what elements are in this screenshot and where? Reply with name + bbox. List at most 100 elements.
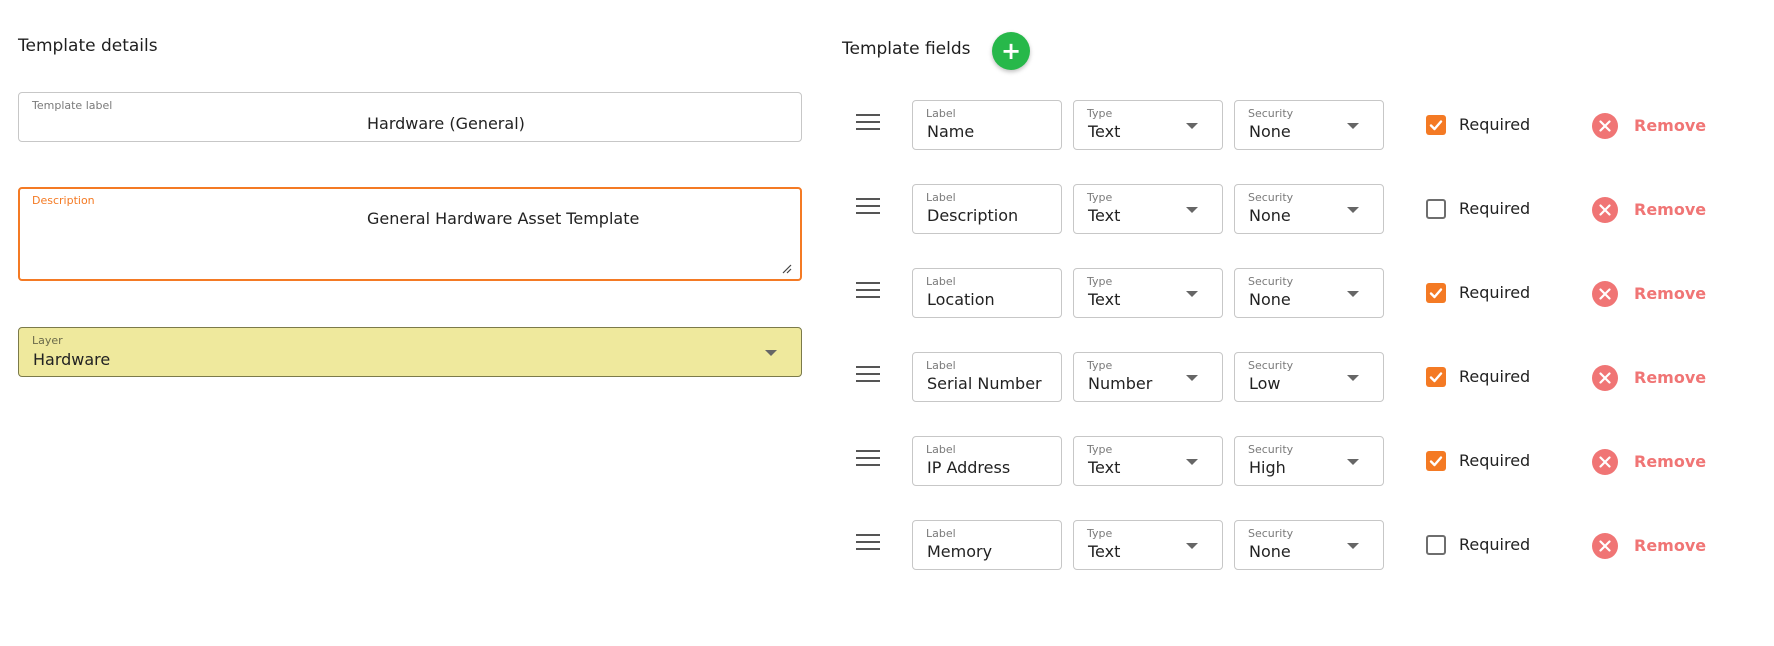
template-label-input[interactable]: Template label Hardware (General) (18, 92, 802, 142)
required-checkbox[interactable] (1426, 283, 1446, 303)
remove-label: Remove (1634, 536, 1707, 555)
required-checkbox[interactable] (1426, 199, 1446, 219)
field-label-input[interactable]: Label Location (912, 268, 1062, 318)
chevron-down-icon (1347, 207, 1359, 213)
description-caption: Description (32, 194, 95, 207)
close-circle-icon (1592, 281, 1618, 307)
field-type-caption: Type (1087, 107, 1113, 120)
required-label: Required (1459, 199, 1531, 218)
field-type-caption: Type (1087, 527, 1113, 540)
field-security-select[interactable]: Security None (1234, 268, 1384, 318)
remove-label: Remove (1634, 452, 1707, 471)
field-type-select[interactable]: Type Text (1073, 520, 1223, 570)
template-fields-title: Template fields (842, 39, 971, 59)
required-checkbox[interactable] (1426, 115, 1446, 135)
field-type-value: Text (1088, 122, 1121, 141)
required-checkbox[interactable] (1426, 367, 1446, 387)
close-circle-icon (1592, 113, 1618, 139)
field-row: Label IP Address Type Text Security High… (842, 436, 1742, 488)
chevron-down-icon (1186, 123, 1198, 129)
description-textarea[interactable]: Description General Hardware Asset Templ… (18, 187, 802, 281)
resize-grip-icon[interactable] (782, 264, 792, 274)
field-security-caption: Security (1248, 107, 1294, 120)
template-label-caption: Template label (32, 99, 113, 112)
field-label-input[interactable]: Label Name (912, 100, 1062, 150)
field-type-select[interactable]: Type Text (1073, 184, 1223, 234)
field-label-value: Serial Number (927, 374, 1042, 393)
field-security-value: None (1249, 542, 1291, 561)
field-type-select[interactable]: Type Text (1073, 436, 1223, 486)
field-label-input[interactable]: Label Description (912, 184, 1062, 234)
template-label-value: Hardware (General) (367, 114, 525, 133)
field-security-select[interactable]: Security High (1234, 436, 1384, 486)
field-label-value: Memory (927, 542, 993, 561)
template-editor: Template details Template label Hardware… (0, 0, 1774, 646)
field-type-caption: Type (1087, 275, 1113, 288)
required-label: Required (1459, 115, 1531, 134)
chevron-down-icon (1186, 207, 1198, 213)
field-security-caption: Security (1248, 191, 1294, 204)
field-row: Label Memory Type Text Security None Req… (842, 520, 1742, 572)
field-type-select[interactable]: Type Text (1073, 268, 1223, 318)
field-label-caption: Label (926, 443, 956, 456)
chevron-down-icon (1347, 123, 1359, 129)
field-type-select[interactable]: Type Number (1073, 352, 1223, 402)
field-security-select[interactable]: Security None (1234, 520, 1384, 570)
field-security-value: High (1249, 458, 1286, 477)
field-security-value: None (1249, 290, 1291, 309)
field-type-value: Text (1088, 458, 1121, 477)
field-type-value: Text (1088, 206, 1121, 225)
chevron-down-icon (1186, 543, 1198, 549)
chevron-down-icon (1347, 459, 1359, 465)
drag-handle-icon[interactable] (856, 366, 880, 384)
close-circle-icon (1592, 449, 1618, 475)
layer-select[interactable]: Layer Hardware (18, 327, 802, 377)
drag-handle-icon[interactable] (856, 198, 880, 216)
close-circle-icon (1592, 197, 1618, 223)
field-security-select[interactable]: Security Low (1234, 352, 1384, 402)
required-label: Required (1459, 451, 1531, 470)
chevron-down-icon (765, 350, 777, 356)
field-label-value: Name (927, 122, 975, 141)
field-label-input[interactable]: Label Memory (912, 520, 1062, 570)
field-label-input[interactable]: Label IP Address (912, 436, 1062, 486)
chevron-down-icon (1347, 375, 1359, 381)
field-security-caption: Security (1248, 527, 1294, 540)
field-security-caption: Security (1248, 275, 1294, 288)
drag-handle-icon[interactable] (856, 114, 880, 132)
remove-label: Remove (1634, 200, 1707, 219)
field-security-value: Low (1249, 374, 1281, 393)
template-fields-panel: Template fields + Label Name Type Text S… (842, 0, 1742, 646)
field-security-select[interactable]: Security None (1234, 100, 1384, 150)
field-type-caption: Type (1087, 359, 1113, 372)
field-label-caption: Label (926, 275, 956, 288)
required-checkbox[interactable] (1426, 535, 1446, 555)
field-type-value: Text (1088, 542, 1121, 561)
field-label-value: Description (927, 206, 1019, 225)
chevron-down-icon (1186, 375, 1198, 381)
field-type-caption: Type (1087, 191, 1113, 204)
field-row: Label Name Type Text Security None Requi… (842, 100, 1742, 152)
template-details-title: Template details (18, 36, 158, 56)
required-checkbox[interactable] (1426, 451, 1446, 471)
chevron-down-icon (1347, 291, 1359, 297)
field-type-select[interactable]: Type Text (1073, 100, 1223, 150)
field-label-value: Location (927, 290, 995, 309)
remove-label: Remove (1634, 284, 1707, 303)
drag-handle-icon[interactable] (856, 450, 880, 468)
field-label-input[interactable]: Label Serial Number (912, 352, 1062, 402)
field-label-caption: Label (926, 527, 956, 540)
field-security-select[interactable]: Security None (1234, 184, 1384, 234)
layer-caption: Layer (32, 334, 63, 347)
field-security-caption: Security (1248, 359, 1294, 372)
field-type-caption: Type (1087, 443, 1113, 456)
chevron-down-icon (1347, 543, 1359, 549)
drag-handle-icon[interactable] (856, 534, 880, 552)
add-field-button[interactable]: + (992, 32, 1030, 70)
field-label-caption: Label (926, 191, 956, 204)
layer-value: Hardware (33, 350, 111, 369)
chevron-down-icon (1186, 459, 1198, 465)
field-row: Label Location Type Text Security None R… (842, 268, 1742, 320)
field-row: Label Description Type Text Security Non… (842, 184, 1742, 236)
drag-handle-icon[interactable] (856, 282, 880, 300)
